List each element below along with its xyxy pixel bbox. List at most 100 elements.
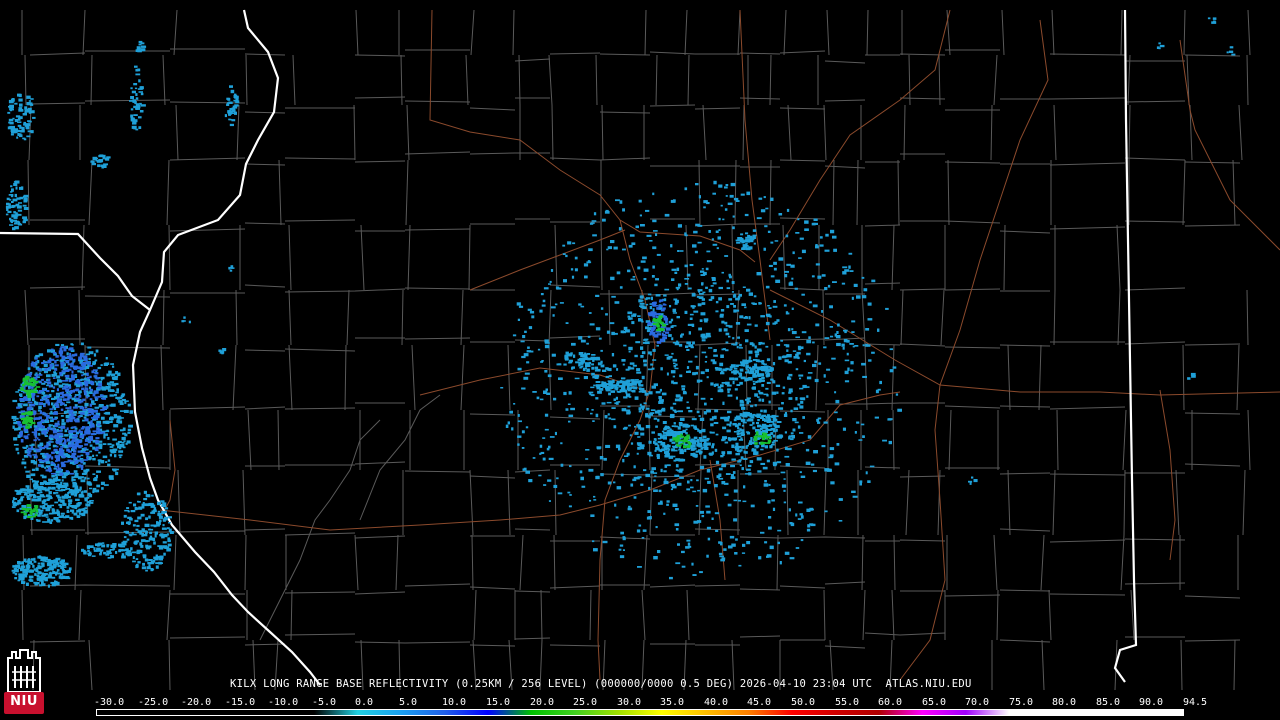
echo-pixel <box>46 443 49 446</box>
echo-pixel <box>72 446 77 450</box>
echo-pixel <box>9 224 14 226</box>
echo-pixel <box>547 479 552 482</box>
echo-pixel <box>54 483 59 485</box>
echo-pixel <box>77 416 81 418</box>
echo-pixel <box>57 496 62 499</box>
echo-pixel <box>703 200 708 204</box>
echo-pixel <box>42 430 47 433</box>
echo-pixel <box>615 386 618 389</box>
echo-pixel <box>80 384 83 387</box>
echo-pixel <box>222 348 227 352</box>
echo-pixel <box>49 424 53 427</box>
echo-pixel <box>824 287 828 291</box>
echo-pixel <box>56 511 60 514</box>
echo-pixel <box>720 384 724 388</box>
echo-pixel <box>91 400 95 404</box>
echo-pixel <box>60 446 65 448</box>
echo-pixel <box>703 455 707 459</box>
echo-pixel <box>75 388 80 392</box>
echo-pixel <box>731 343 735 346</box>
echo-pixel <box>78 430 83 434</box>
echo-pixel <box>838 520 843 522</box>
echo-pixel <box>15 417 19 420</box>
echo-pixel <box>725 195 728 197</box>
echo-pixel <box>665 450 669 453</box>
echo-pixel <box>97 423 101 426</box>
echo-pixel <box>589 223 594 225</box>
echo-pixel <box>52 462 56 465</box>
echo-pixel <box>119 396 123 399</box>
echo-pixel <box>66 352 69 355</box>
echo-pixel <box>769 315 772 318</box>
echo-pixel <box>697 442 702 445</box>
echo-pixel <box>29 102 33 106</box>
echo-pixel <box>766 459 770 463</box>
echo-pixel <box>19 395 23 397</box>
echo-pixel <box>63 348 67 352</box>
echo-pixel <box>557 287 562 290</box>
echo-pixel <box>39 426 43 429</box>
echo-pixel <box>783 304 787 307</box>
echo-pixel <box>677 250 680 252</box>
echo-pixel <box>697 241 702 244</box>
echo-pixel <box>706 510 711 514</box>
echo-pixel <box>58 449 64 452</box>
echo-pixel <box>664 354 669 356</box>
echo-pixel <box>808 336 811 340</box>
echo-pixel <box>7 210 12 213</box>
echo-pixel <box>778 407 784 410</box>
echo-pixel <box>699 438 705 442</box>
echo-pixel <box>33 400 37 405</box>
echo-pixel <box>677 470 680 472</box>
echo-pixel <box>971 476 974 479</box>
echo-pixel <box>102 397 107 400</box>
echo-pixel <box>87 408 92 410</box>
echo-pixel <box>11 130 16 134</box>
echo-pixel <box>607 386 612 390</box>
echo-pixel <box>792 350 797 352</box>
echo-pixel <box>47 426 51 430</box>
echo-pixel <box>34 513 38 517</box>
echo-pixel <box>728 273 731 277</box>
echo-pixel <box>610 390 616 393</box>
echo-pixel <box>542 437 546 439</box>
echo-pixel <box>78 512 81 515</box>
echo-pixel <box>795 336 800 338</box>
echo-pixel <box>72 406 78 409</box>
echo-pixel <box>12 117 15 120</box>
echo-pixel <box>649 413 653 416</box>
echo-pixel <box>601 402 606 405</box>
highway-lines <box>159 9 1280 681</box>
echo-pixel <box>751 367 756 370</box>
echo-pixel <box>28 120 32 123</box>
echo-pixel <box>539 444 543 448</box>
echo-pixel <box>708 468 711 471</box>
echo-pixel <box>746 239 751 243</box>
echo-pixel <box>626 452 630 456</box>
echo-pixel <box>750 405 754 408</box>
echo-pixel <box>122 432 126 435</box>
echo-pixel <box>7 111 11 114</box>
echo-pixel <box>90 160 95 163</box>
echo-pixel <box>71 375 75 379</box>
echo-pixel <box>686 434 690 437</box>
echo-pixel <box>544 428 549 431</box>
echo-pixel <box>738 347 743 349</box>
echo-pixel <box>110 555 113 558</box>
echo-pixel <box>638 410 642 413</box>
echo-pixel <box>51 486 56 490</box>
echo-pixel <box>655 278 659 281</box>
echo-pixel <box>710 285 714 287</box>
echo-pixel <box>114 372 119 375</box>
echo-pixel <box>689 264 694 267</box>
echo-pixel <box>627 405 631 408</box>
echo-pixel <box>736 297 740 300</box>
echo-pixel <box>691 323 695 327</box>
echo-pixel <box>720 204 723 207</box>
echo-pixel <box>694 355 698 358</box>
echo-pixel <box>868 359 872 362</box>
echo-pixel <box>107 437 110 440</box>
echo-pixel <box>21 461 27 465</box>
echo-pixel <box>638 407 641 411</box>
echo-pixel <box>741 303 746 306</box>
